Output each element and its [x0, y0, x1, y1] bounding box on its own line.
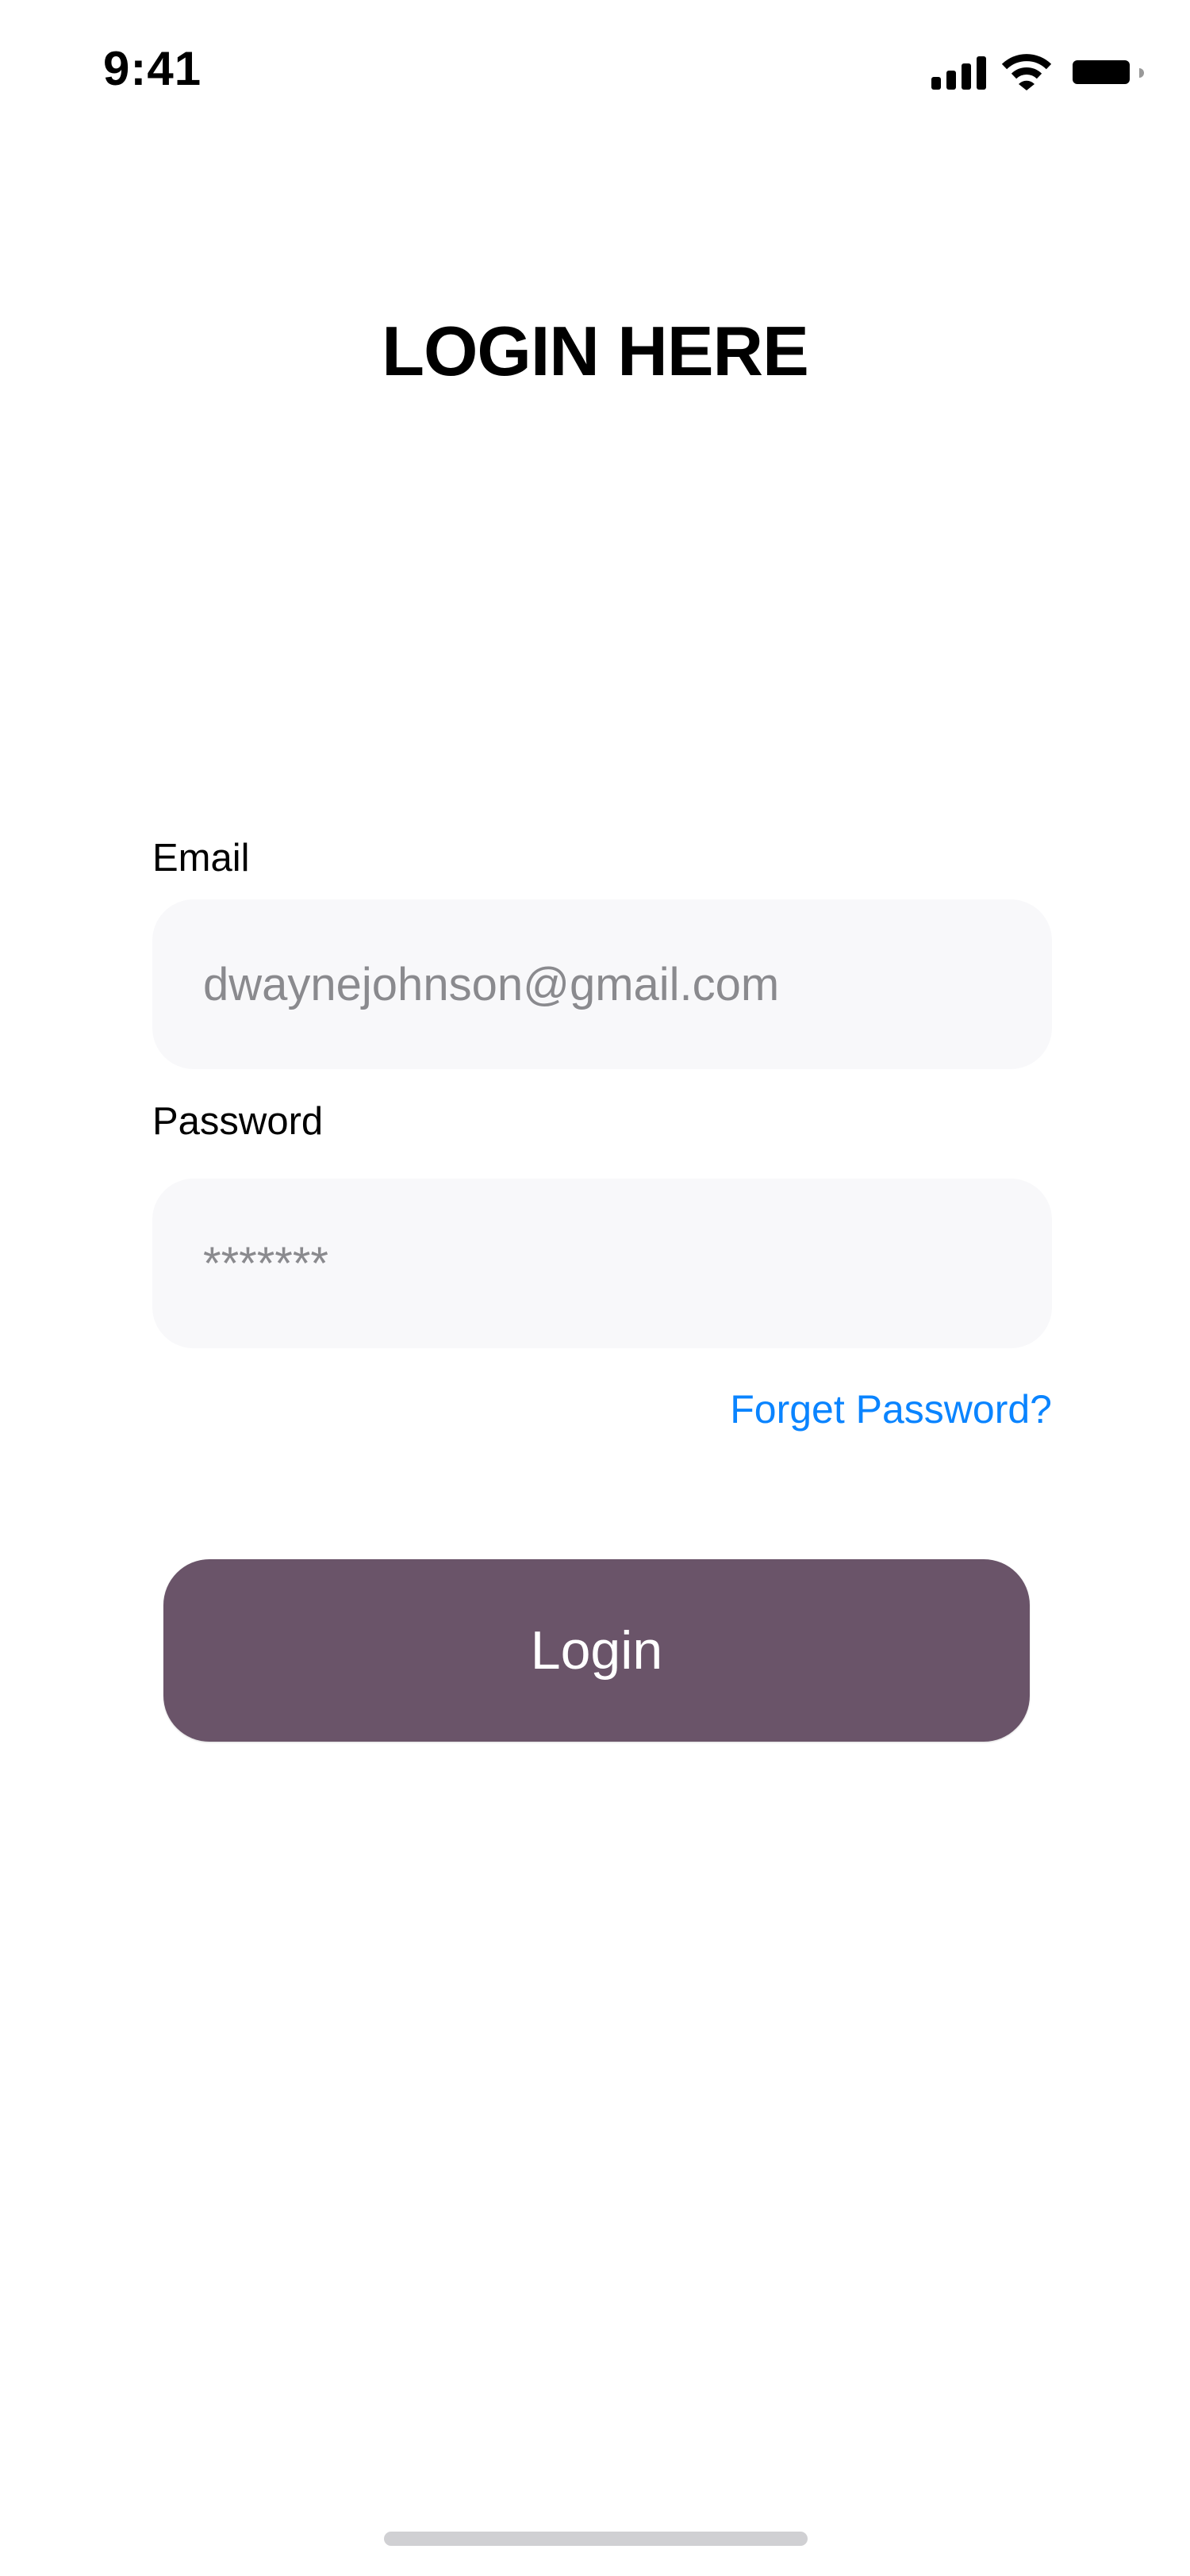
forget-password-link[interactable]: Forget Password?	[730, 1386, 1052, 1432]
login-button[interactable]: Login	[163, 1559, 1030, 1742]
email-label: Email	[152, 837, 250, 880]
password-input[interactable]: *******	[152, 1179, 1052, 1348]
home-indicator	[384, 2532, 808, 2546]
email-input[interactable]: dwaynejohnson@gmail.com	[152, 899, 1052, 1069]
email-value: dwaynejohnson@gmail.com	[203, 958, 780, 1010]
page-title: LOGIN HERE	[382, 312, 809, 390]
status-time: 9:41	[103, 42, 202, 95]
wifi-icon	[1001, 54, 1052, 90]
signal-icon	[931, 56, 986, 90]
login-button-label: Login	[530, 1620, 663, 1681]
password-value: *******	[203, 1237, 328, 1290]
battery-icon	[1073, 60, 1144, 84]
password-label: Password	[152, 1100, 324, 1143]
